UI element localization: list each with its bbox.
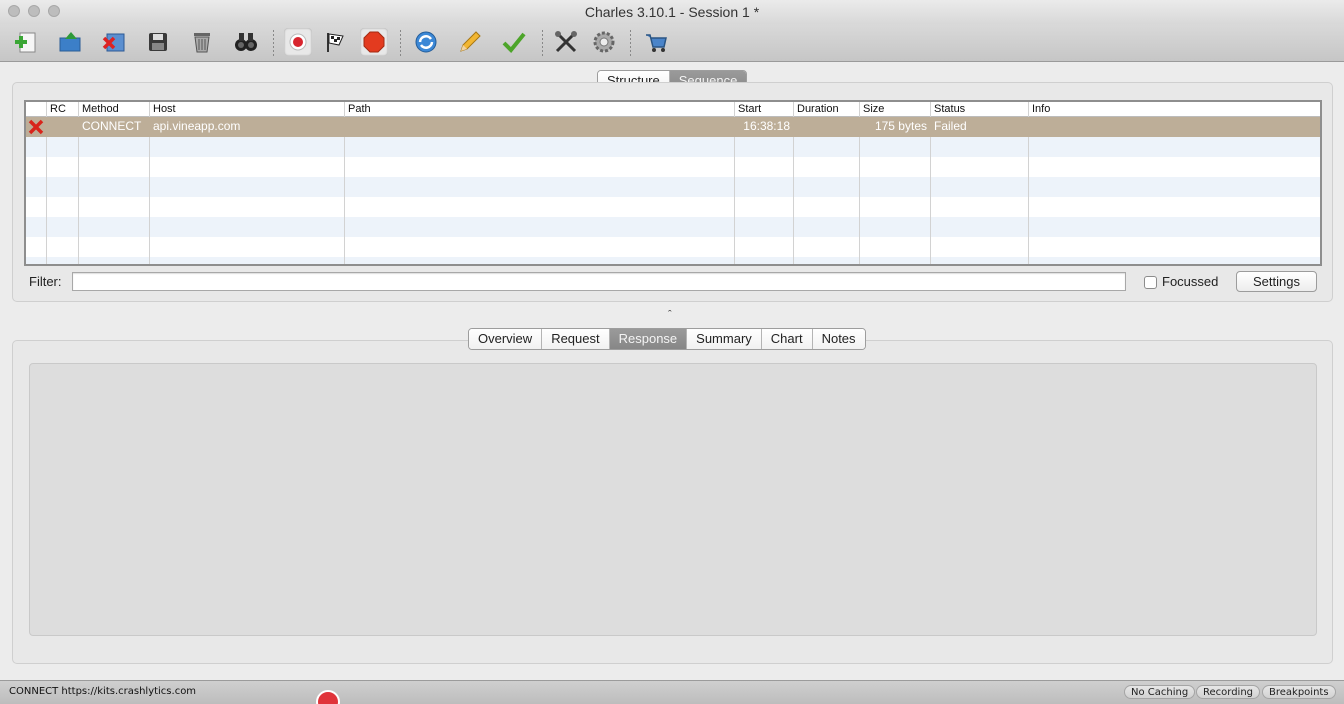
cell-start: 16:38:18 xyxy=(743,119,790,133)
column-header-info[interactable]: Info xyxy=(1028,102,1320,117)
cell-duration xyxy=(794,117,859,136)
response-content-area xyxy=(29,363,1317,636)
column-header-size[interactable]: Size xyxy=(859,102,930,117)
filter-input[interactable] xyxy=(72,272,1126,291)
toolbar-separator xyxy=(542,30,543,56)
cell-host: api.vineapp.com xyxy=(153,119,241,133)
cell-method: CONNECT xyxy=(82,119,142,133)
toolbar-separator xyxy=(273,30,274,56)
save-icon[interactable] xyxy=(144,28,172,56)
empty-row xyxy=(26,137,1320,157)
focussed-label: Focussed xyxy=(1162,274,1219,289)
window-title: Charles 3.10.1 - Session 1 * xyxy=(584,4,760,20)
validate-icon[interactable] xyxy=(500,28,528,56)
tools-icon[interactable] xyxy=(552,28,580,56)
column-header-method[interactable]: Method xyxy=(78,102,149,117)
detail-tabs: Overview Request Response Summary Chart … xyxy=(468,328,866,350)
tab-summary[interactable]: Summary xyxy=(687,329,762,349)
settings-icon[interactable] xyxy=(590,28,618,56)
filter-label: Filter: xyxy=(29,274,62,289)
column-header-icon[interactable] xyxy=(26,102,46,117)
no-caching-indicator[interactable]: No Caching xyxy=(1124,685,1196,699)
tab-overview[interactable]: Overview xyxy=(469,329,543,349)
table-row[interactable]: CONNECT api.vineapp.com 16:38:18 175 byt… xyxy=(26,117,1320,137)
breakpoints-indicator[interactable]: Breakpoints xyxy=(1262,685,1336,699)
find-icon[interactable] xyxy=(232,28,260,56)
toolbar-separator xyxy=(400,30,401,56)
column-header-duration[interactable]: Duration xyxy=(793,102,859,117)
failed-x-icon xyxy=(26,117,46,136)
title-bar: Charles 3.10.1 - Session 1 * xyxy=(0,0,1344,24)
column-header-start[interactable]: Start xyxy=(734,102,793,117)
cell-status: Failed xyxy=(934,119,967,133)
empty-row xyxy=(26,217,1320,237)
clear-icon[interactable] xyxy=(188,28,216,56)
tab-request[interactable]: Request xyxy=(542,329,610,349)
shop-icon[interactable] xyxy=(642,28,670,56)
cell-info xyxy=(1029,117,1319,136)
column-header-status[interactable]: Status xyxy=(930,102,1028,117)
tab-notes[interactable]: Notes xyxy=(812,329,865,349)
new-session-icon[interactable] xyxy=(12,28,40,56)
focussed-checkbox[interactable] xyxy=(1144,276,1157,289)
sequence-table: RC Method Host Path Start Duration Size … xyxy=(24,100,1322,266)
empty-row xyxy=(26,257,1320,264)
close-session-icon[interactable] xyxy=(100,28,128,56)
column-header-host[interactable]: Host xyxy=(149,102,344,117)
cell-size: 175 bytes xyxy=(874,119,927,133)
tab-response[interactable]: Response xyxy=(609,329,688,349)
settings-button[interactable]: Settings xyxy=(1236,271,1317,292)
status-bar: CONNECT https://kits.crashlytics.com No … xyxy=(0,680,1344,704)
throttle-icon[interactable] xyxy=(322,28,350,56)
toolbar xyxy=(0,24,1344,62)
column-header-path[interactable]: Path xyxy=(344,102,734,117)
status-text: CONNECT https://kits.crashlytics.com xyxy=(9,686,197,697)
empty-row xyxy=(26,177,1320,197)
tab-chart[interactable]: Chart xyxy=(761,329,813,349)
breakpoints-icon[interactable] xyxy=(360,28,388,56)
cell-rc xyxy=(46,117,78,136)
cell-path xyxy=(345,117,734,136)
record-icon[interactable] xyxy=(284,28,312,56)
recording-indicator[interactable]: Recording xyxy=(1196,685,1261,699)
repeat-icon[interactable] xyxy=(412,28,440,56)
open-session-icon[interactable] xyxy=(56,28,84,56)
table-header: RC Method Host Path Start Duration Size … xyxy=(26,102,1320,117)
splitter-handle[interactable]: ˆ xyxy=(668,309,672,321)
edit-icon[interactable] xyxy=(456,28,484,56)
toolbar-separator xyxy=(630,30,631,56)
column-header-rc[interactable]: RC xyxy=(46,102,78,117)
